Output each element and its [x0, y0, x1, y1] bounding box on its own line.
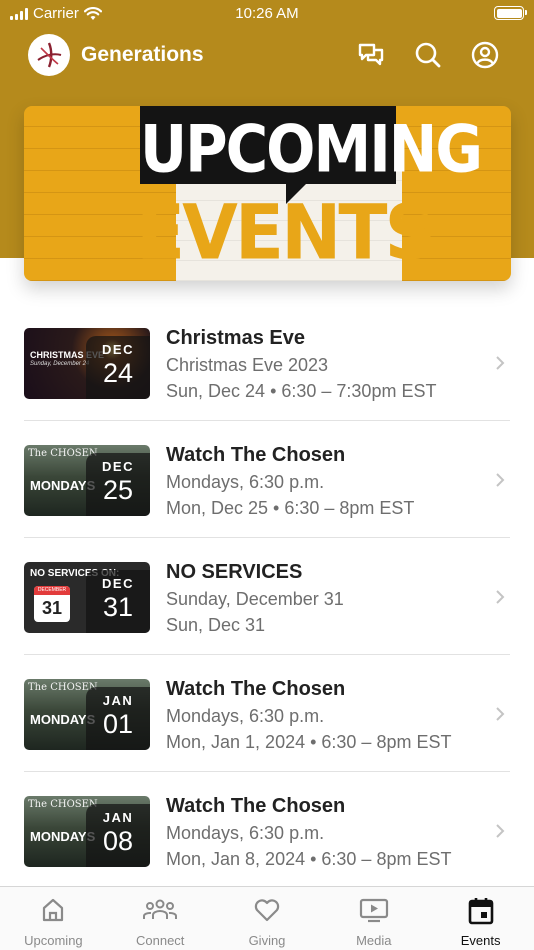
- tab-label: Upcoming: [24, 933, 83, 948]
- event-datetime: Sun, Dec 31: [166, 615, 266, 635]
- date-day: 25: [102, 475, 134, 505]
- event-thumbnail: NO SERVICES ON: DECEMBER 31 DEC 31: [24, 562, 150, 633]
- upcoming-events-banner[interactable]: UPCOMING EVENTS: [24, 106, 511, 281]
- battery-icon: [494, 6, 527, 20]
- search-button[interactable]: [413, 40, 443, 70]
- logo-icon: [37, 42, 62, 68]
- event-datetime: Mon, Jan 8, 2024 • 6:30 – 8pm EST: [166, 849, 452, 869]
- event-title: Watch The Chosen: [166, 795, 346, 817]
- thumbnail-subtitle: Sunday, December 24: [30, 361, 90, 367]
- status-time: 10:26 AM: [235, 5, 299, 22]
- banner-line-events: EVENTS: [136, 187, 436, 277]
- event-row[interactable]: NO SERVICES ON: DECEMBER 31 DEC 31 NO SE…: [0, 538, 534, 655]
- calendar-graphic-month: DECEMBER: [34, 586, 70, 595]
- chevron-right-icon: [496, 356, 505, 370]
- event-datetime: Sun, Dec 24 • 6:30 – 7:30pm EST: [166, 381, 437, 401]
- chevron-right-icon: [496, 473, 505, 487]
- event-title: Christmas Eve: [166, 327, 305, 349]
- church-logo[interactable]: [28, 34, 70, 76]
- date-badge: JAN 08: [86, 804, 150, 867]
- date-badge: DEC 24: [86, 336, 150, 399]
- tab-label: Events: [460, 933, 501, 948]
- tab-label: Connect: [135, 933, 185, 948]
- date-month: JAN: [102, 810, 134, 825]
- event-datetime: Mon, Dec 25 • 6:30 – 8pm EST: [166, 498, 415, 518]
- event-subtitle: Mondays, 6:30 p.m.: [166, 823, 325, 843]
- event-subtitle: Mondays, 6:30 p.m.: [166, 706, 325, 726]
- event-subtitle: Mondays, 6:30 p.m.: [166, 472, 325, 492]
- date-badge: DEC 25: [86, 453, 150, 516]
- tab-connect[interactable]: Connect: [107, 887, 214, 950]
- status-bar: Carrier 10:26 AM: [0, 0, 534, 28]
- date-day: 31: [102, 592, 134, 622]
- event-title: Watch The Chosen: [166, 678, 346, 700]
- event-datetime: Mon, Jan 1, 2024 • 6:30 – 8pm EST: [166, 732, 452, 752]
- tab-giving[interactable]: Giving: [214, 887, 321, 950]
- calendar-icon: [468, 898, 493, 925]
- banner-line-upcoming: UPCOMING: [140, 110, 483, 188]
- tab-events[interactable]: Events: [427, 887, 534, 950]
- messages-button[interactable]: [356, 40, 386, 70]
- event-row[interactable]: CHRISTMAS EVE Sunday, December 24 DEC 24…: [0, 304, 534, 421]
- people-icon: [143, 899, 178, 919]
- chevron-right-icon: [496, 824, 505, 838]
- event-row[interactable]: The CHOSEN MONDAYS JAN 08 Watch The Chos…: [0, 772, 534, 889]
- event-thumbnail: The CHOSEN MONDAYS JAN 01: [24, 679, 150, 750]
- calendar-graphic: DECEMBER 31: [34, 586, 70, 622]
- chevron-right-icon: [496, 590, 505, 604]
- home-icon: [43, 898, 64, 922]
- event-thumbnail: The CHOSEN MONDAYS DEC 25: [24, 445, 150, 516]
- app-bar: Generations: [0, 32, 534, 78]
- date-month: JAN: [102, 693, 134, 708]
- event-subtitle: Sunday, December 31: [166, 589, 344, 609]
- tab-label: Media: [356, 933, 392, 948]
- tab-bar: Upcoming Connect Giving Media Events: [0, 886, 534, 950]
- chevron-right-icon: [496, 707, 505, 721]
- date-badge: DEC 31: [86, 570, 150, 633]
- event-title: NO SERVICES: [166, 561, 303, 583]
- event-thumbnail: The CHOSEN MONDAYS JAN 08: [24, 796, 150, 867]
- tab-media[interactable]: Media: [320, 887, 427, 950]
- date-badge: JAN 01: [86, 687, 150, 750]
- event-thumbnail: CHRISTMAS EVE Sunday, December 24 DEC 24: [24, 328, 150, 399]
- chat-icon: [358, 43, 384, 66]
- date-day: 01: [102, 709, 134, 739]
- account-icon: [471, 41, 499, 69]
- date-day: 08: [102, 826, 134, 856]
- search-icon: [415, 42, 441, 68]
- event-title: Watch The Chosen: [166, 444, 346, 466]
- date-day: 24: [102, 358, 134, 388]
- date-month: DEC: [102, 459, 134, 474]
- tab-upcoming[interactable]: Upcoming: [0, 887, 107, 950]
- event-subtitle: Christmas Eve 2023: [166, 355, 329, 375]
- date-month: DEC: [102, 342, 134, 357]
- date-month: DEC: [102, 576, 134, 591]
- calendar-graphic-day: 31: [41, 598, 63, 618]
- profile-button[interactable]: [470, 40, 500, 70]
- event-row[interactable]: The CHOSEN MONDAYS JAN 01 Watch The Chos…: [0, 655, 534, 772]
- event-row[interactable]: The CHOSEN MONDAYS DEC 25 Watch The Chos…: [0, 421, 534, 538]
- media-play-icon: [359, 898, 388, 923]
- heart-icon: [254, 899, 280, 922]
- tab-label: Giving: [248, 933, 286, 948]
- app-title: Generations: [81, 43, 204, 66]
